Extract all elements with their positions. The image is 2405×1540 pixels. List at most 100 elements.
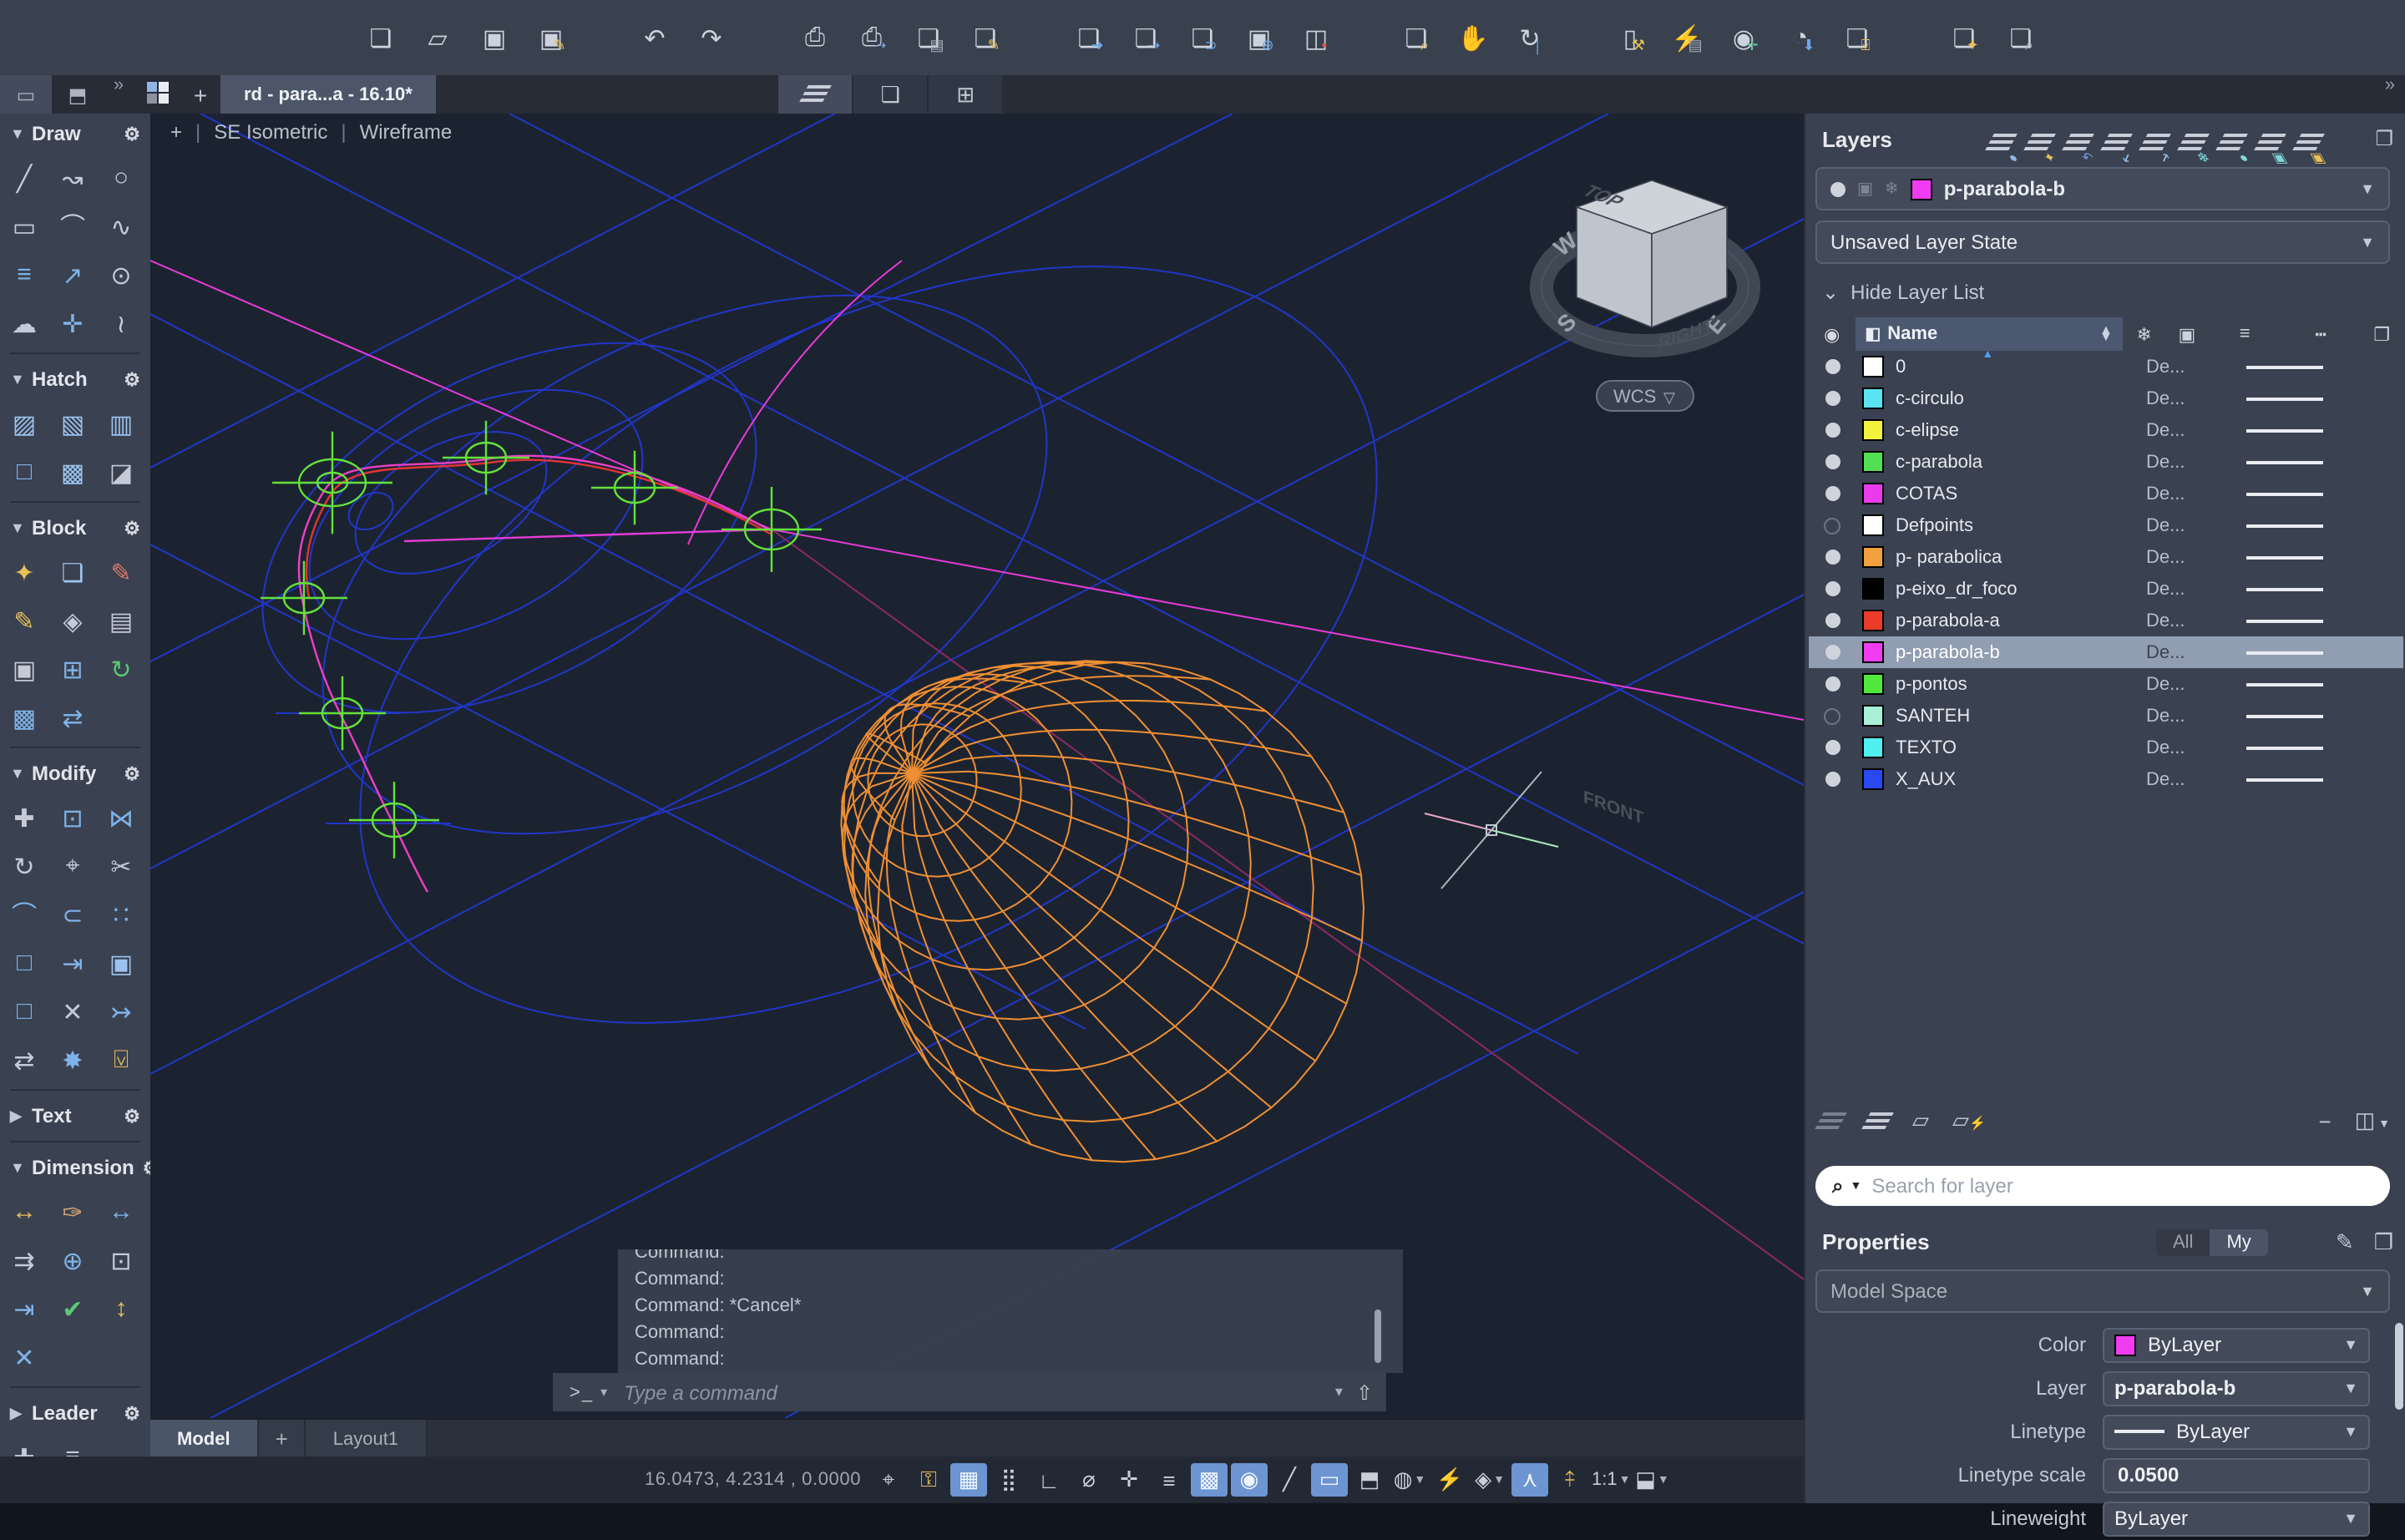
break-corner-tool-icon[interactable]: □ xyxy=(0,990,48,1033)
freeze-column-icon[interactable]: ❄ xyxy=(2123,323,2165,345)
object-snap-icon[interactable]: ▩ xyxy=(1191,1463,1228,1497)
layer-linetype-sample[interactable] xyxy=(2246,746,2403,749)
line-tool-icon[interactable]: ╱ xyxy=(0,156,48,200)
properties-collapse-icon[interactable]: ❐ xyxy=(2374,1229,2393,1256)
edit-attribute-icon[interactable]: ✎ xyxy=(0,599,48,642)
layer-dropdown[interactable]: p-parabola-b ▼ xyxy=(2103,1370,2370,1406)
dimension-break-icon[interactable]: ✕ xyxy=(0,1335,48,1379)
layer-row[interactable]: 0De... xyxy=(1809,351,2403,382)
section-header-block[interactable]: ▼Block⚙ xyxy=(0,508,150,548)
redo-icon[interactable]: ↷ xyxy=(695,21,728,54)
insert-plus-icon[interactable]: ⊞ xyxy=(48,647,97,691)
drawing-tab[interactable]: rd - para...a - 16.10* xyxy=(220,75,436,114)
layer-on-icon[interactable] xyxy=(1809,486,1856,501)
layer-lineweight[interactable]: De... xyxy=(2146,674,2246,694)
layer-lineweight[interactable]: De... xyxy=(2146,388,2246,408)
linetype-dropdown[interactable]: ByLayer ▼ xyxy=(2103,1414,2370,1449)
layer-row[interactable]: c-circuloDe... xyxy=(1809,382,2403,414)
viewport-visual-style-control[interactable]: Wireframe xyxy=(360,120,453,144)
layer-lineweight[interactable]: De... xyxy=(2146,547,2246,567)
annotation-icon[interactable]: ◈▼ xyxy=(1471,1463,1508,1497)
replace-block-icon[interactable]: ⇄ xyxy=(48,696,97,739)
tab-3d-modeling[interactable]: ⬒ xyxy=(52,75,104,114)
layer-tools-icon[interactable]: ✦ xyxy=(2028,130,2051,160)
layer-on-icon[interactable] xyxy=(1809,423,1856,438)
color-dropdown[interactable]: ByLayer ▼ xyxy=(2103,1327,2370,1362)
orbit-icon[interactable]: ↻│ xyxy=(1513,21,1547,54)
space-dropdown[interactable]: Model Space ▼ xyxy=(1815,1269,2390,1313)
linear-dimension-icon[interactable]: ↔ xyxy=(97,1190,145,1234)
layer-off-icon[interactable]: ● xyxy=(2220,130,2243,160)
circle-tool-icon[interactable]: ○ xyxy=(97,156,145,200)
section-header-dimension[interactable]: ▼Dimension⚙ xyxy=(0,1147,150,1188)
annotation-autoscale-icon[interactable]: ⤉ xyxy=(1552,1463,1588,1497)
linetype-scale-field[interactable] xyxy=(2103,1457,2370,1492)
new-file-icon[interactable]: ❏ xyxy=(364,21,397,54)
gear-icon[interactable]: ⚙ xyxy=(124,1402,140,1424)
purge-broom-tool-icon[interactable]: ⍌ xyxy=(97,1038,145,1082)
quick-select-icon[interactable]: ⚡▤ xyxy=(1670,21,1704,54)
layer-linetype-sample[interactable] xyxy=(2246,524,2403,527)
center-mark-icon[interactable]: ⊕ xyxy=(48,1239,97,1282)
drafting-settings-icon[interactable]: ⌖ xyxy=(870,1463,907,1497)
match-properties-icon[interactable]: ◔⬇ xyxy=(1784,21,1817,54)
revision-cloud-tool-icon[interactable]: ☁ xyxy=(0,301,48,345)
dimension-update-icon[interactable]: ⇥ xyxy=(0,1287,48,1330)
default-lighting-icon[interactable]: ◍▼ xyxy=(1391,1463,1428,1497)
layer-on-icon[interactable] xyxy=(1809,581,1856,596)
layer-color-swatch[interactable] xyxy=(1861,610,1883,631)
layer-lineweight[interactable]: De... xyxy=(2146,642,2246,662)
viewport-plus-button[interactable]: + xyxy=(170,120,182,144)
section-header-leader[interactable]: ▶Leader⚙ xyxy=(0,1393,150,1433)
layer-lineweight[interactable]: De... xyxy=(2146,420,2246,440)
box-tool-icon[interactable]: □ xyxy=(0,941,48,985)
dimension-style-icon[interactable]: ✑ xyxy=(48,1190,97,1234)
tab-model[interactable]: Model xyxy=(150,1420,259,1458)
layer-on-icon[interactable] xyxy=(1809,645,1856,660)
export-icon[interactable]: ❏➝ xyxy=(1129,21,1162,54)
measure-tool-icon[interactable]: ↗ xyxy=(48,253,97,296)
object-snap-tracking-icon[interactable]: ≡ xyxy=(1151,1463,1187,1497)
move-to-layer-above-icon[interactable]: ↗ xyxy=(2143,130,2166,160)
undo-icon[interactable]: ↶ xyxy=(638,21,671,54)
hatch-edit-tool-icon[interactable]: ▧ xyxy=(48,402,97,445)
create-block-icon[interactable]: ✦ xyxy=(0,550,48,594)
insert-block-file-icon[interactable]: ❏ xyxy=(48,550,97,594)
layer-row[interactable]: c-elipseDe... xyxy=(1809,414,2403,446)
copy-3d-tool-icon[interactable]: ▣ xyxy=(97,941,145,985)
layer-row[interactable]: p-parabola-bDe... xyxy=(1809,636,2403,668)
edit-list-icon[interactable]: ✎ xyxy=(2336,1229,2354,1256)
plot-style-icon[interactable]: ❏✎ xyxy=(969,21,1002,54)
layer-row[interactable]: p-parabola-aDe... xyxy=(1809,605,2403,636)
layer-lineweight[interactable]: De... xyxy=(2146,515,2246,535)
spline-tool-icon[interactable]: ∿ xyxy=(97,205,145,248)
remove-icon[interactable]: − xyxy=(2318,1108,2331,1133)
workspace-icon[interactable]: ⬓▼ xyxy=(1633,1463,1670,1497)
command-history[interactable]: Command:Command:Command: *Cancel*Command… xyxy=(618,1249,1403,1373)
gradient-tool-icon[interactable]: ▥ xyxy=(97,402,145,445)
layer-color-swatch[interactable] xyxy=(1861,768,1883,790)
mirror-tool-icon[interactable]: ⋈ xyxy=(97,796,145,839)
isometric-drafting-icon[interactable]: ✛ xyxy=(1111,1463,1147,1497)
tool-sets-icon[interactable]: ▯⚒ xyxy=(1613,21,1647,54)
layer-color-swatch[interactable] xyxy=(1861,483,1883,504)
layer-previous-icon[interactable]: ↶ xyxy=(2066,130,2089,160)
write-block-icon[interactable]: ▣ xyxy=(0,647,48,691)
layer-linetype-sample[interactable] xyxy=(2246,587,2403,590)
zoom-window-icon[interactable]: ❏⌕ xyxy=(1400,21,1433,54)
layer-row[interactable]: DefpointsDe... xyxy=(1809,509,2403,541)
freehand-tool-icon[interactable]: ≀ xyxy=(97,301,145,345)
columns-icon[interactable]: ◫ ▼ xyxy=(2355,1107,2390,1134)
attach-reference-icon[interactable]: ❏⊃ xyxy=(1186,21,1219,54)
layer-linetype-sample[interactable] xyxy=(2246,428,2403,432)
view-manager-icon[interactable]: ❏⌕ xyxy=(2004,21,2038,54)
transparency-icon[interactable]: ▭ xyxy=(1311,1463,1348,1497)
layer-linetype-sample[interactable] xyxy=(2246,619,2403,622)
dimension-check-icon[interactable]: ✔ xyxy=(48,1287,97,1330)
save-to-web-icon[interactable]: ▣⊕ xyxy=(1243,21,1276,54)
hatch-region-tool-icon[interactable]: ▩ xyxy=(48,450,97,494)
layer-search-input[interactable] xyxy=(1868,1173,2373,1199)
gear-icon[interactable]: ⚙ xyxy=(124,123,140,144)
grid-display-icon[interactable]: ▦ xyxy=(950,1463,987,1497)
select-similar-tool-icon[interactable]: ⌖ xyxy=(48,844,97,888)
